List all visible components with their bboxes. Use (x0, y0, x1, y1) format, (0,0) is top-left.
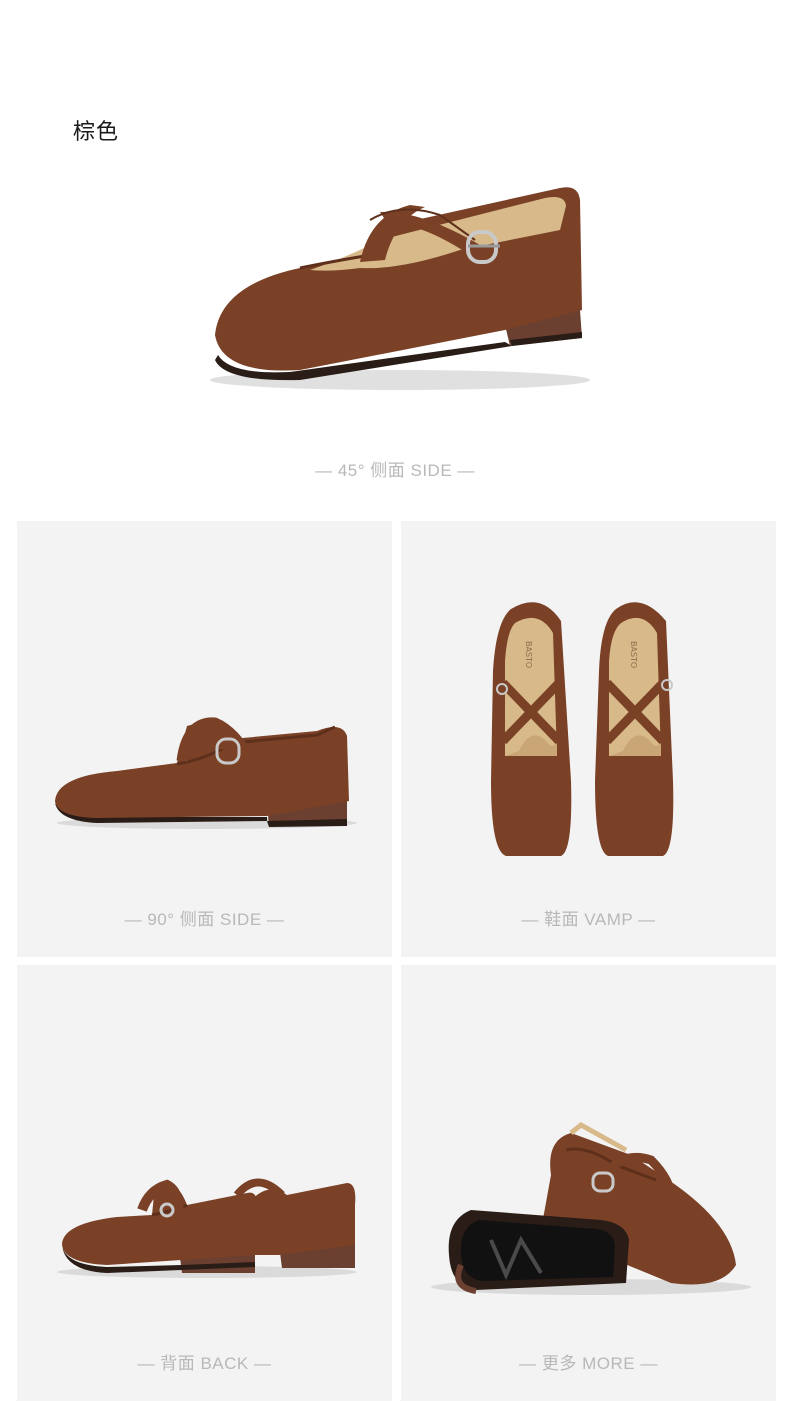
panel-more: — 更多 MORE — (401, 965, 776, 1401)
insole-brand-left: BASTO (524, 641, 533, 668)
shoe-back-image (57, 1178, 357, 1278)
hero-shoe-45-image (0, 160, 790, 450)
shoe-90-side-image (55, 717, 357, 829)
insole-brand-right: BASTO (629, 641, 638, 668)
shoe-more-image (431, 1122, 751, 1295)
color-name-title: 棕色 (73, 120, 120, 145)
caption-90-side: — 90° 侧面 SIDE — (124, 910, 285, 929)
panel-vamp: BASTO BASTO — 鞋面 VAMP — (401, 521, 776, 957)
shoe-vamp-image: BASTO BASTO (491, 602, 674, 856)
caption-back: — 背面 BACK — (137, 1354, 272, 1373)
panel-90-side: — 90° 侧面 SIDE — (17, 521, 392, 957)
caption-45-side: — 45° 侧面 SIDE — (315, 461, 475, 480)
panel-back: — 背面 BACK — (17, 965, 392, 1401)
caption-more: — 更多 MORE — (519, 1354, 658, 1373)
caption-vamp: — 鞋面 VAMP — (521, 910, 656, 929)
